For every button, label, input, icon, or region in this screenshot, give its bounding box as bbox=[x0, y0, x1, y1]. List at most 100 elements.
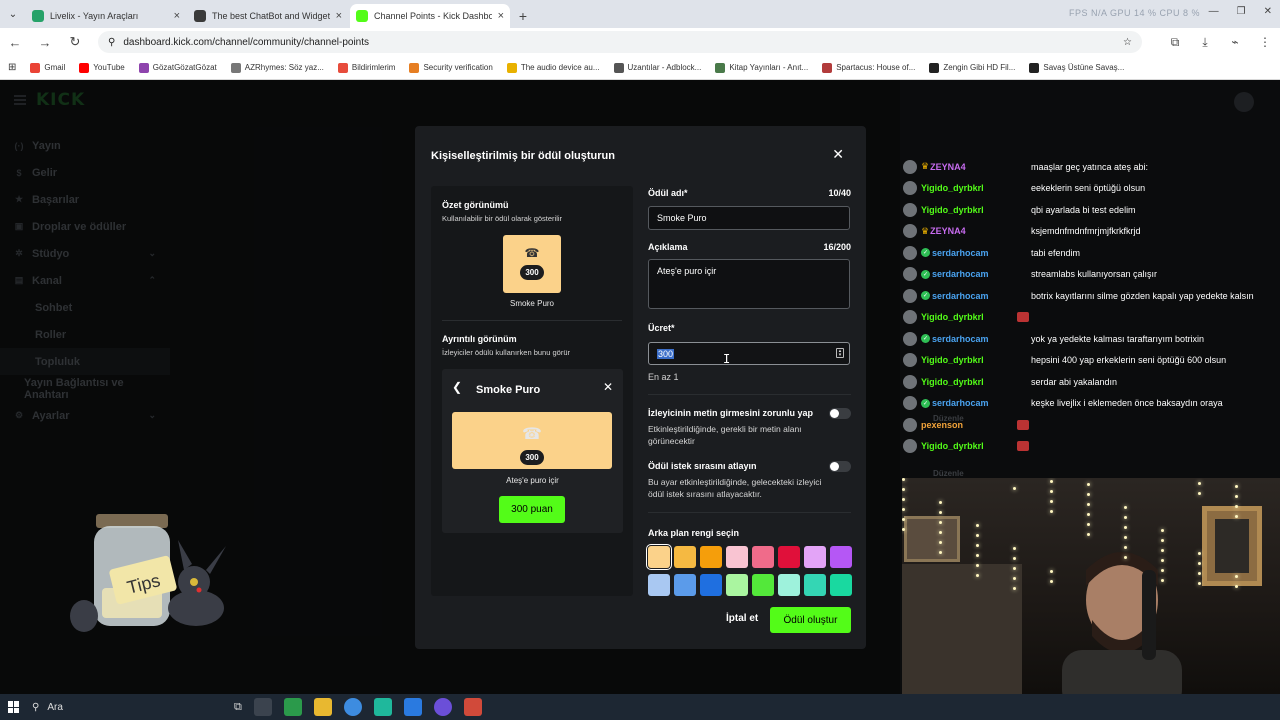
fairy-light bbox=[902, 508, 905, 511]
create-reward-button[interactable]: Ödül oluştur bbox=[770, 607, 851, 633]
fairy-light bbox=[1013, 577, 1016, 580]
chevron-left-icon[interactable]: ❮ bbox=[452, 380, 462, 394]
fairy-light bbox=[1013, 547, 1016, 550]
maximize-icon[interactable]: ❐ bbox=[1237, 6, 1246, 17]
browser-tab-1[interactable]: Livelix - Yayın Araçları × bbox=[26, 4, 186, 28]
close-icon[interactable]: ✕ bbox=[603, 380, 613, 394]
close-window-icon[interactable]: ✕ bbox=[1264, 6, 1272, 17]
stepper-icon[interactable]: ▴ ▾ bbox=[836, 348, 844, 358]
profile-icon[interactable]: ⌁ bbox=[1228, 35, 1242, 49]
color-swatch[interactable] bbox=[646, 544, 672, 570]
new-tab-icon[interactable]: + bbox=[512, 4, 534, 28]
store-app-icon[interactable] bbox=[283, 698, 302, 716]
color-swatch[interactable] bbox=[648, 574, 670, 596]
color-swatch[interactable] bbox=[778, 574, 800, 596]
fairy-light bbox=[1050, 580, 1053, 583]
bookmark-item[interactable]: Spartacus: House of... bbox=[822, 62, 915, 73]
color-swatch[interactable] bbox=[804, 574, 826, 596]
bookmark-item[interactable]: YouTube bbox=[79, 62, 125, 73]
color-swatch[interactable] bbox=[674, 574, 696, 596]
minimize-icon[interactable]: — bbox=[1209, 6, 1219, 17]
phone-icon: ☎ bbox=[524, 246, 540, 260]
fairy-light bbox=[1050, 490, 1053, 493]
bookmark-item[interactable]: The audio device au... bbox=[506, 62, 600, 73]
chrome-app-icon[interactable] bbox=[343, 698, 362, 716]
download-icon[interactable]: ⤓ bbox=[1198, 35, 1212, 50]
chat-username: Yigido_dyrbkrl bbox=[921, 312, 984, 323]
app-icon[interactable] bbox=[463, 698, 482, 716]
skip-queue-desc: Bu ayar etkinleştirildiğinde, gelecektek… bbox=[648, 477, 822, 499]
forward-icon[interactable]: → bbox=[38, 35, 52, 50]
bookmark-item[interactable]: GözatGözatGözat bbox=[138, 62, 217, 73]
menu-icon[interactable]: ⋮ bbox=[1258, 35, 1272, 49]
bookmark-favicon-icon bbox=[715, 62, 726, 73]
bookmark-item[interactable]: Zengin Gibi HD Fil... bbox=[929, 62, 1015, 73]
bookmark-item[interactable]: AZRhymes: Söz yaz... bbox=[230, 62, 324, 73]
chat-username: serdarhocam bbox=[932, 269, 989, 280]
reload-icon[interactable]: ↻ bbox=[68, 34, 82, 50]
close-tab-icon[interactable]: × bbox=[498, 10, 504, 22]
umbreon-eye bbox=[196, 587, 202, 593]
taskbar-search[interactable]: ⚲ Ara bbox=[32, 697, 222, 717]
fairy-light bbox=[939, 531, 942, 534]
extensions-icon[interactable]: ⧉ bbox=[1168, 35, 1182, 50]
color-swatch[interactable] bbox=[804, 546, 826, 568]
user-avatar[interactable] bbox=[1234, 92, 1254, 112]
close-icon[interactable]: ✕ bbox=[832, 146, 844, 163]
tab-search-icon[interactable]: ⌄ bbox=[0, 0, 26, 28]
discord-app-icon[interactable] bbox=[433, 698, 452, 716]
fairy-light bbox=[1050, 510, 1053, 513]
chat-username: Yigido_dyrbkrl bbox=[921, 376, 984, 387]
color-swatch[interactable] bbox=[700, 546, 722, 568]
apps-icon[interactable]: ⊞ bbox=[8, 62, 16, 73]
bookmark-item[interactable]: Savaş Üstüne Savaş... bbox=[1029, 62, 1124, 73]
reward-name-input[interactable]: Smoke Puro bbox=[648, 206, 850, 230]
browser-tab-2[interactable]: The best ChatBot and Widgets × bbox=[188, 4, 348, 28]
site-info-icon[interactable]: ⚲ bbox=[108, 37, 115, 48]
bookmark-item[interactable]: Bildirimlerim bbox=[337, 62, 395, 73]
chat-text: streamlabs kullanıyorsan çalışır bbox=[1031, 269, 1158, 280]
vscode-app-icon[interactable] bbox=[403, 698, 422, 716]
bookmark-star-icon[interactable]: ☆ bbox=[1123, 37, 1132, 48]
bookmarks-bar: ⊞ Gmail YouTube GözatGözatGözat AZRhymes: S… bbox=[0, 56, 1280, 80]
color-swatch[interactable] bbox=[726, 546, 748, 568]
color-swatch[interactable] bbox=[830, 574, 852, 596]
phone-icon: ☎ bbox=[522, 426, 542, 443]
bookmark-label: Gmail bbox=[44, 63, 66, 72]
reward-name-label: Ödül adı* bbox=[648, 188, 688, 198]
color-swatch[interactable] bbox=[752, 546, 774, 568]
windows-start-icon[interactable] bbox=[8, 701, 20, 713]
app-icon[interactable] bbox=[373, 698, 392, 716]
require-text-toggle[interactable] bbox=[829, 408, 851, 419]
close-tab-icon[interactable]: × bbox=[336, 10, 342, 22]
detail-view-title: Ayrıntılı görünüm bbox=[442, 334, 517, 344]
color-swatch[interactable] bbox=[752, 574, 774, 596]
browser-tab-3[interactable]: Channel Points - Kick Dashboar × bbox=[350, 4, 510, 28]
skip-queue-toggle[interactable] bbox=[829, 461, 851, 472]
cancel-button[interactable]: İptal et bbox=[726, 613, 758, 624]
color-swatch[interactable] bbox=[830, 546, 852, 568]
color-swatch[interactable] bbox=[778, 546, 800, 568]
bookmark-item[interactable]: Security verification bbox=[409, 62, 493, 73]
bookmark-item[interactable]: Uzantılar - Adblock... bbox=[613, 62, 701, 73]
bookmark-label: Security verification bbox=[423, 63, 493, 72]
bookmark-item[interactable]: Kitap Yayınları - Anıt... bbox=[715, 62, 808, 73]
description-textarea[interactable]: Ateş'e puro içir bbox=[648, 259, 850, 309]
detail-reward-name: Smoke Puro bbox=[476, 384, 541, 396]
bookmark-item[interactable]: Gmail bbox=[30, 62, 66, 73]
back-icon[interactable]: ← bbox=[8, 35, 22, 50]
chat-avatar bbox=[903, 159, 917, 174]
color-swatch[interactable] bbox=[726, 574, 748, 596]
close-tab-icon[interactable]: × bbox=[174, 10, 180, 22]
cost-input[interactable]: 300 ▴ ▾ bbox=[648, 342, 850, 365]
task-view-icon[interactable]: ⧉ bbox=[234, 701, 242, 714]
reward-preview: Özet görünümü Kullanılabilir bir ödül ol… bbox=[431, 186, 633, 596]
chat-emote bbox=[1017, 419, 1029, 430]
redeem-points-button[interactable]: 300 puan bbox=[499, 496, 565, 523]
chat-text: keşke livejlix i eklemeden önce baksaydı… bbox=[1031, 398, 1223, 409]
color-swatch[interactable] bbox=[700, 574, 722, 596]
color-swatch[interactable] bbox=[674, 546, 696, 568]
url-field[interactable]: ⚲ dashboard.kick.com/channel/community/c… bbox=[98, 31, 1142, 53]
folder-app-icon[interactable] bbox=[313, 698, 332, 716]
live-app-icon[interactable] bbox=[253, 698, 272, 716]
